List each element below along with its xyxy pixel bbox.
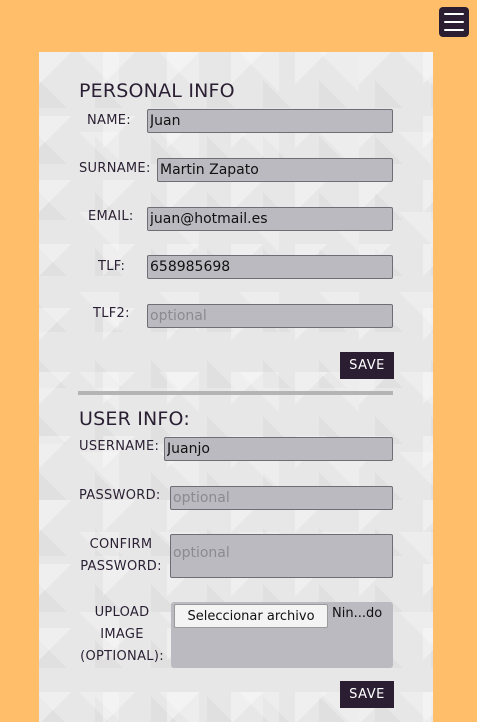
save-user-button[interactable]: SAVE <box>340 681 394 708</box>
upload-label-line: UPLOAD <box>94 605 150 620</box>
upload-label-line: IMAGE <box>100 627 144 642</box>
upload-image-label: UPLOAD IMAGE (OPTIONAL): <box>79 602 165 668</box>
tlf-field[interactable] <box>147 255 393 279</box>
name-label: NAME: <box>87 113 131 128</box>
hamburger-menu-icon[interactable] <box>439 7 469 37</box>
tlf-label: TLF: <box>98 259 126 274</box>
surname-field[interactable] <box>157 158 393 182</box>
tlf2-label: TLF2: <box>93 306 130 321</box>
username-field[interactable] <box>164 437 393 461</box>
email-label: EMAIL: <box>88 209 134 224</box>
confirm-password-label: CONFIRM PASSWORD: <box>79 534 163 578</box>
tlf2-field[interactable] <box>147 304 393 328</box>
menu-bar <box>444 29 464 31</box>
save-personal-button[interactable]: SAVE <box>340 352 394 379</box>
file-upload-field[interactable]: Seleccionar archivo Nin...do <box>171 602 393 668</box>
choose-file-button[interactable]: Seleccionar archivo <box>174 604 328 628</box>
upload-label-line: (OPTIONAL): <box>80 649 164 664</box>
email-field[interactable] <box>147 207 393 231</box>
personal-info-heading: PERSONAL INFO <box>79 80 235 102</box>
menu-bar <box>444 13 464 15</box>
confirm-label-line: PASSWORD: <box>80 559 162 574</box>
section-divider <box>78 391 393 395</box>
menu-bar <box>444 21 464 23</box>
user-info-heading: USER INFO: <box>79 408 190 430</box>
password-label: PASSWORD: <box>79 488 161 503</box>
username-label: USERNAME: <box>79 439 160 454</box>
surname-label: SURNAME: <box>79 161 151 176</box>
confirm-password-field[interactable] <box>170 534 393 578</box>
name-field[interactable] <box>147 109 393 133</box>
password-field[interactable] <box>170 486 393 510</box>
file-status-text: Nin...do <box>332 606 383 621</box>
confirm-label-line: CONFIRM <box>89 537 153 552</box>
